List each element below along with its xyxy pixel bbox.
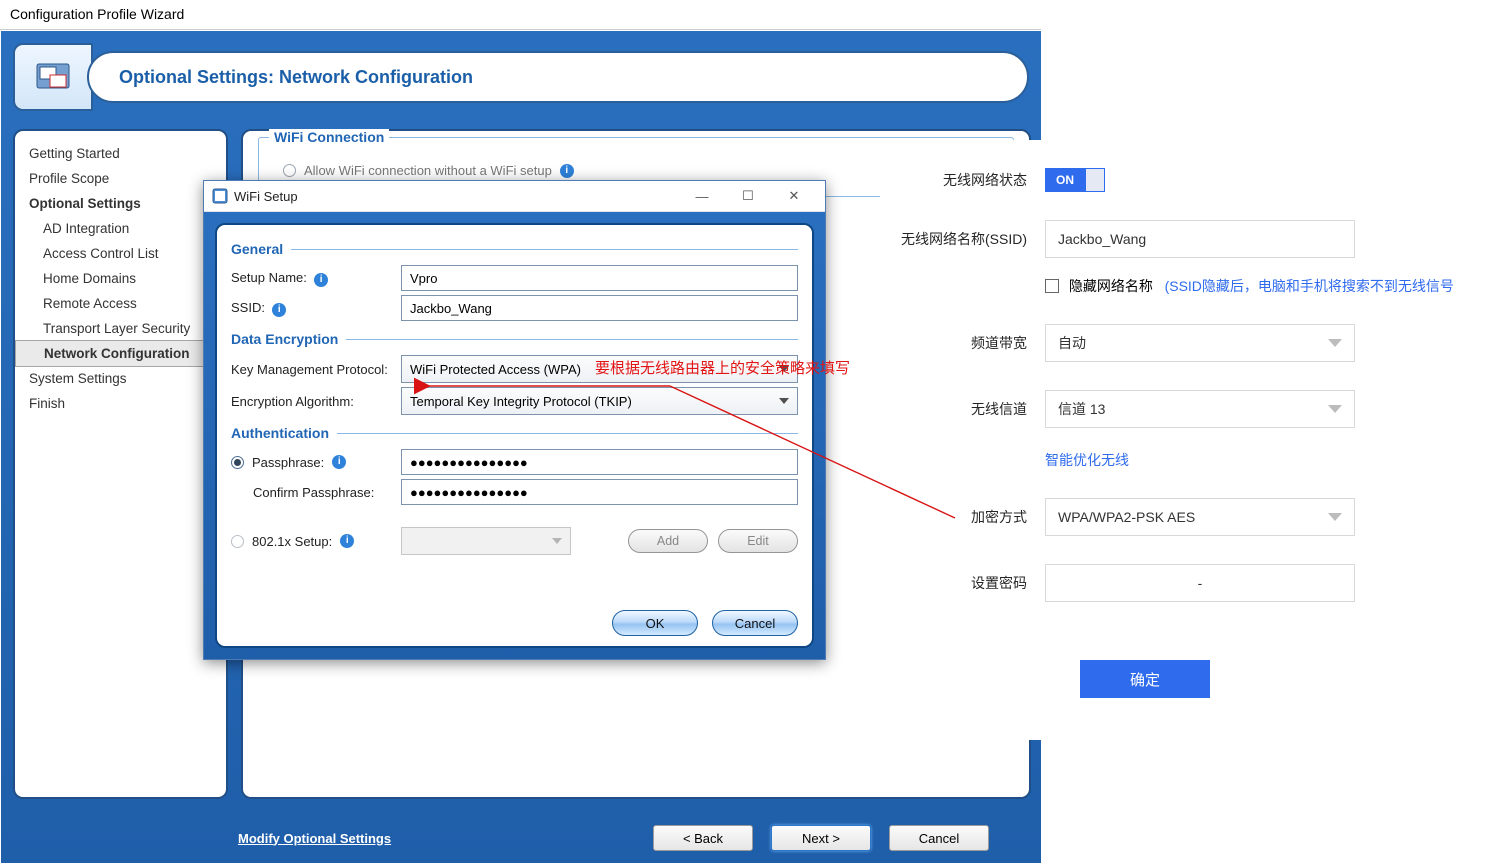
nav-home-domains[interactable]: Home Domains (15, 266, 226, 291)
info-icon[interactable]: i (340, 534, 354, 548)
section-encryption: Data Encryption (231, 331, 798, 347)
ok-button[interactable]: OK (612, 610, 698, 636)
info-icon[interactable]: i (272, 303, 286, 317)
wizard-footer: Modify Optional Settings < Back Next > C… (13, 813, 1029, 863)
radio-allow-wifi-no-setup-label: Allow WiFi connection without a WiFi set… (304, 163, 552, 178)
nav-tls[interactable]: Transport Layer Security (15, 316, 226, 341)
setup-name-input[interactable] (401, 265, 798, 291)
info-icon[interactable]: i (560, 164, 574, 178)
close-icon[interactable]: ✕ (771, 182, 817, 210)
wizard-header-icon (13, 43, 93, 111)
router-encryption-select[interactable]: WPA/WPA2-PSK AES (1045, 498, 1355, 536)
nav-ad-integration[interactable]: AD Integration (15, 216, 226, 241)
radio-dot1x[interactable] (231, 535, 244, 548)
confirm-passphrase-input[interactable] (401, 479, 798, 505)
wizard-header: Optional Settings: Network Configuration (13, 43, 1029, 111)
back-button[interactable]: < Back (653, 825, 753, 851)
chevron-down-icon (1328, 405, 1342, 413)
wizard-titlebar: Configuration Profile Wizard (0, 0, 1041, 30)
chevron-down-icon (552, 538, 562, 544)
router-bandwidth-label: 频道带宽 (880, 333, 1045, 353)
nav-getting-started[interactable]: Getting Started (15, 141, 226, 166)
kmp-label: Key Management Protocol: (231, 362, 401, 377)
radio-passphrase[interactable] (231, 456, 244, 469)
section-general: General (231, 241, 798, 257)
dialog-icon (212, 188, 228, 204)
router-confirm-button[interactable]: 确定 (1080, 660, 1210, 698)
edit-button[interactable]: Edit (718, 529, 798, 553)
switch-knob (1086, 169, 1104, 191)
radio-allow-wifi-no-setup[interactable] (283, 164, 296, 177)
passphrase-input[interactable] (401, 449, 798, 475)
dot1x-label-row: 802.1x Setup: i (231, 534, 401, 549)
setup-name-label: Setup Name: i (231, 270, 401, 287)
alg-select[interactable]: Temporal Key Integrity Protocol (TKIP) (401, 387, 798, 415)
router-encryption-label: 加密方式 (880, 507, 1045, 527)
router-channel-select[interactable]: 信道 13 (1045, 390, 1355, 428)
smart-optimize-link[interactable]: 智能优化无线 (1045, 450, 1129, 470)
info-icon[interactable]: i (332, 455, 346, 469)
nav-system-settings[interactable]: System Settings (15, 366, 226, 391)
router-status-label: 无线网络状态 (880, 170, 1045, 190)
dialog-title-text: WiFi Setup (234, 189, 298, 204)
cancel-button[interactable]: Cancel (889, 825, 989, 851)
next-button[interactable]: Next > (771, 825, 871, 851)
router-hide-ssid-row: 隐藏网络名称 (SSID隐藏后，电脑和手机将搜索不到无线信号 (1045, 276, 1454, 296)
dialog-body: General Setup Name: i SSID: i Data Encry… (204, 212, 825, 659)
passphrase-label-row: Passphrase: i (231, 455, 401, 470)
wifi-connection-group: WiFi Connection (269, 129, 389, 145)
page-title: Optional Settings: Network Configuration (119, 67, 473, 88)
dot1x-select (401, 527, 571, 555)
router-password-label: 设置密码 (880, 573, 1045, 593)
maximize-icon[interactable]: ☐ (725, 182, 771, 210)
hide-ssid-checkbox[interactable] (1045, 279, 1059, 293)
add-button[interactable]: Add (628, 529, 708, 553)
dialog-panel: General Setup Name: i SSID: i Data Encry… (215, 223, 814, 648)
router-channel-label: 无线信道 (880, 399, 1045, 419)
info-icon[interactable]: i (314, 273, 328, 287)
confirm-label: Confirm Passphrase: (231, 485, 401, 500)
chevron-down-icon (779, 398, 789, 404)
nav-acl[interactable]: Access Control List (15, 241, 226, 266)
nav-profile-scope[interactable]: Profile Scope (15, 166, 226, 191)
dialog-titlebar: WiFi Setup — ☐ ✕ (204, 181, 825, 212)
modify-optional-settings-link[interactable]: Modify Optional Settings (238, 831, 391, 846)
ssid-label: SSID: i (231, 300, 401, 317)
ssid-input[interactable] (401, 295, 798, 321)
annotation-text: 要根据无线路由器上的安全策略来填写 (595, 357, 850, 378)
wizard-header-pill: Optional Settings: Network Configuration (87, 51, 1029, 103)
router-status-switch[interactable]: ON (1045, 168, 1105, 192)
wifi-setup-dialog: WiFi Setup — ☐ ✕ General Setup Name: i S… (203, 180, 826, 660)
router-bandwidth-select[interactable]: 自动 (1045, 324, 1355, 362)
router-panel: 无线网络状态 ON 无线网络名称(SSID) 隐藏网络名称 (SSID隐藏后，电… (880, 140, 1492, 740)
chevron-down-icon (1328, 339, 1342, 347)
section-auth: Authentication (231, 425, 798, 441)
router-ssid-input[interactable] (1045, 220, 1355, 258)
router-ssid-label: 无线网络名称(SSID) (880, 229, 1045, 249)
nav-network-config[interactable]: Network Configuration (15, 340, 226, 367)
alg-label: Encryption Algorithm: (231, 394, 401, 409)
router-password-input[interactable]: - (1045, 564, 1355, 602)
hide-ssid-hint: (SSID隐藏后，电脑和手机将搜索不到无线信号 (1165, 278, 1454, 294)
chevron-down-icon (1328, 513, 1342, 521)
wizard-sidebar: Getting Started Profile Scope Optional S… (13, 129, 228, 799)
dialog-cancel-button[interactable]: Cancel (712, 610, 798, 636)
minimize-icon[interactable]: — (679, 182, 725, 210)
nav-finish[interactable]: Finish (15, 391, 226, 416)
nav-optional-settings[interactable]: Optional Settings (15, 191, 226, 216)
nav-remote-access[interactable]: Remote Access (15, 291, 226, 316)
